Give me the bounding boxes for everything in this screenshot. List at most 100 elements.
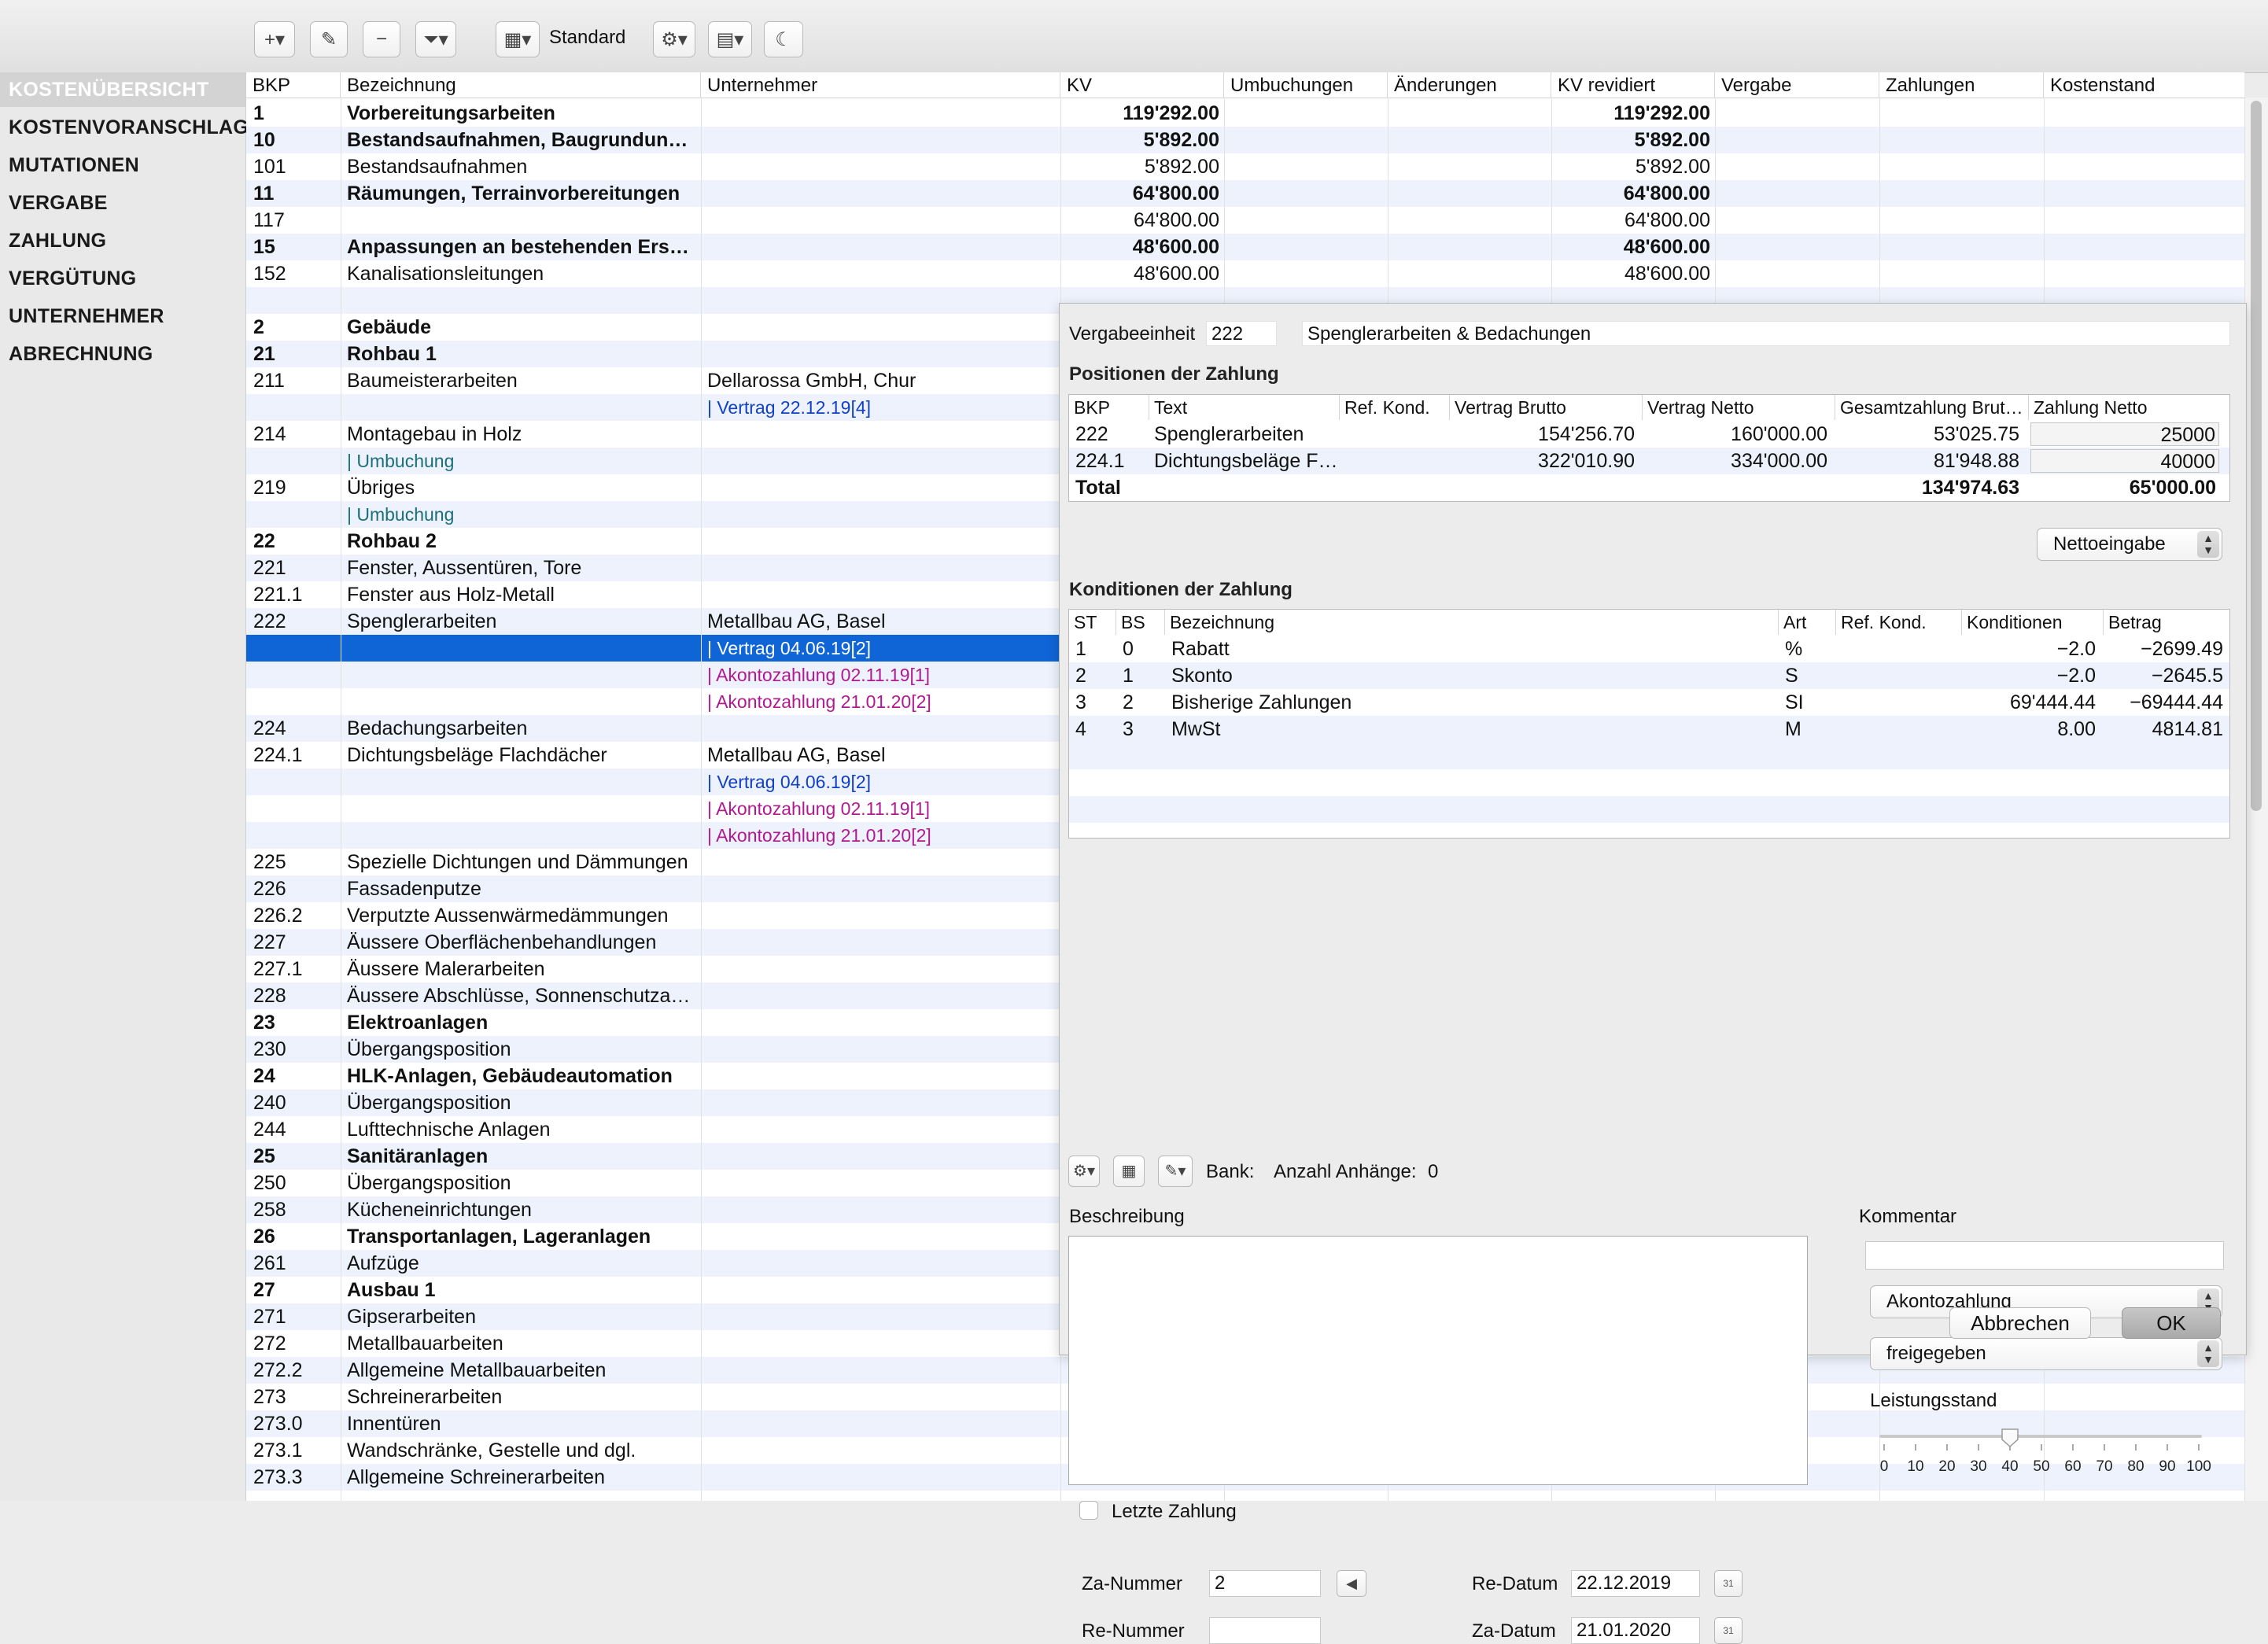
vertical-scrollbar[interactable] — [2244, 98, 2268, 1501]
table-row[interactable]: 15 Anpassungen an bestehenden Ers… 48'600.… — [246, 234, 2244, 260]
cell-bkp: 211 — [253, 370, 285, 392]
filter-menu-button[interactable]: ⏷▾ — [415, 21, 456, 57]
column-header-text[interactable]: Text — [1149, 395, 1340, 420]
edit-button[interactable]: ✎ — [310, 21, 348, 57]
table-row[interactable]: 117 64'800.00 64'800.00 — [246, 207, 2244, 234]
remove-button[interactable]: − — [363, 21, 400, 57]
slider-knob[interactable] — [2001, 1428, 2019, 1448]
table-row[interactable]: 2 1 Skonto S −2.0 −2645.5 — [1069, 662, 2229, 689]
cell-bkp — [253, 662, 340, 688]
column-header-aenderungen[interactable]: Änderungen — [1388, 72, 1551, 98]
scrollbar-thumb[interactable] — [2251, 101, 2262, 811]
table-row[interactable]: 1 Vorbereitungsarbeiten 119'292.00 119'292.… — [246, 100, 2244, 127]
kommentar-input[interactable] — [1865, 1241, 2224, 1270]
cell-unternehmer — [707, 234, 1053, 260]
slider-tick — [1978, 1444, 1979, 1450]
column-header-vertrag-brutto[interactable]: Vertrag Brutto — [1450, 395, 1643, 420]
sidebar-item-zahlung[interactable]: ZAHLUNG — [0, 223, 245, 258]
sidebar-item-unternehmer[interactable]: UNTERNEHMER — [0, 299, 245, 334]
cell-bkp — [253, 769, 340, 795]
column-header-ref-kond[interactable]: Ref. Kond. — [1836, 610, 1962, 635]
eingabe-mode-select[interactable]: Nettoeingabe ▲ ▼ — [2037, 528, 2222, 561]
re-nummer-input[interactable] — [1209, 1617, 1321, 1644]
column-header-konditionen[interactable]: Konditionen — [1962, 610, 2104, 635]
za-datum-input[interactable]: 21.01.2020 — [1571, 1617, 1700, 1644]
table-row[interactable]: 4 3 MwSt M 8.00 4814.81 — [1069, 716, 2229, 743]
cell-unternehmer — [707, 153, 1053, 180]
column-header-zahlungen[interactable]: Zahlungen — [1879, 72, 2044, 98]
cell-bkp: 152 — [253, 263, 286, 285]
column-header-art[interactable]: Art — [1779, 610, 1836, 635]
dark-mode-button[interactable]: ☾ — [764, 21, 803, 57]
condition-settings-button[interactable]: ⚙▾ — [1068, 1156, 1100, 1187]
zahlung-netto-input[interactable]: 25000 — [2030, 422, 2219, 446]
table-row[interactable]: 1 0 Rabatt% −2.0 −2699.49 — [1069, 636, 2229, 662]
total-zahlung-netto: 65'000.00 — [2129, 477, 2216, 499]
column-header-bezeichnung[interactable]: Bezeichnung — [1165, 610, 1779, 635]
column-header-bezeichnung[interactable]: Bezeichnung — [341, 72, 701, 98]
column-header-gesamtzahlung-brutto[interactable]: Gesamtzahlung Brut… — [1835, 395, 2029, 420]
edit-condition-button[interactable]: ✎▾ — [1158, 1156, 1193, 1187]
cell-bkp: 272.2 — [253, 1359, 303, 1381]
cancel-button[interactable]: Abbrechen — [1949, 1307, 2091, 1339]
cell-unternehmer — [707, 1250, 1053, 1277]
sidebar-item-mutationen[interactable]: MUTATIONEN — [0, 148, 245, 182]
column-header-kv-revidiert[interactable]: KV revidiert — [1551, 72, 1715, 98]
table-row[interactable]: 152 Kanalisationsleitungen 48'600.00 48'600… — [246, 260, 2244, 287]
sidebar-item-vergabe[interactable]: VERGABE — [0, 186, 245, 220]
beschreibung-textarea[interactable] — [1068, 1236, 1808, 1485]
column-header-kv[interactable]: KV — [1060, 72, 1224, 98]
cell-unternehmer — [707, 448, 1053, 474]
slider-tick-label: 20 — [1938, 1458, 1956, 1475]
column-header-unternehmer[interactable]: Unternehmer — [701, 72, 1060, 98]
table-row[interactable]: 3 2 Bisherige Zahlungen SI 69'444.44 −69444.4… — [1069, 689, 2229, 716]
cell-unternehmer — [707, 421, 1053, 448]
calculator-button[interactable]: ▦ — [1113, 1156, 1145, 1187]
table-row[interactable]: 224.1 Dichtungsbeläge F… 322'010.90 334'… — [1069, 448, 2229, 474]
cell-bezeichnung: Allgemeine Schreinerarbeiten — [347, 1466, 605, 1488]
cell-bezeichnung: | Umbuchung — [347, 504, 455, 525]
settings-menu-button[interactable]: ⚙▾ — [653, 21, 695, 57]
table-row[interactable]: 101 Bestandsaufnahmen 5'892.00 5'892.00 — [246, 153, 2244, 180]
leistungsstand-slider[interactable]: 0 10 20 30 40 50 60 70 80 90 100 — [1879, 1428, 2211, 1476]
column-header-bs[interactable]: BS — [1116, 610, 1165, 635]
za-datum-calendar-button[interactable]: 31 — [1714, 1617, 1742, 1644]
cell-unternehmer — [707, 1009, 1053, 1036]
cell-kv: 119'292.00 — [1123, 102, 1219, 124]
column-header-bkp[interactable]: BKP — [1069, 395, 1149, 420]
beschreibung-label: Beschreibung — [1069, 1206, 1185, 1227]
re-datum-input[interactable]: 22.12.2019 — [1571, 1570, 1700, 1597]
column-header-umbuchungen[interactable]: Umbuchungen — [1224, 72, 1388, 98]
sidebar-item-verguetung[interactable]: VERGÜTUNG — [0, 261, 245, 296]
status-select[interactable]: freigegeben ▲ ▼ — [1870, 1337, 2222, 1370]
column-header-ref-kond[interactable]: Ref. Kond. — [1340, 395, 1450, 420]
cell-kv-revidiert: 48'600.00 — [1623, 236, 1710, 258]
table-layout-button[interactable]: ▦▾ — [496, 21, 540, 57]
cell-bezeichnung — [347, 688, 697, 715]
table-row[interactable]: 10 Bestandsaufnahmen, Baugrundun… 5'892.00… — [246, 127, 2244, 153]
za-nummer-input[interactable]: 2 — [1209, 1570, 1321, 1597]
cell-bezeichnung: Rohbau 2 — [347, 530, 437, 552]
column-header-bkp[interactable]: BKP — [246, 72, 341, 98]
re-datum-calendar-button[interactable]: 31 — [1714, 1570, 1742, 1597]
column-header-zahlung-netto[interactable]: Zahlung Netto — [2029, 395, 2229, 420]
cell-bkp — [253, 635, 340, 662]
column-header-betrag[interactable]: Betrag — [2104, 610, 2229, 635]
document-menu-button[interactable]: ▤▾ — [708, 21, 752, 57]
letzte-zahlung-checkbox[interactable] — [1079, 1501, 1098, 1520]
table-row[interactable]: 11 Räumungen, Terrainvorbereitungen 64'800… — [246, 180, 2244, 207]
column-header-kostenstand[interactable]: Kostenstand — [2044, 72, 2244, 98]
column-header-st[interactable]: ST — [1069, 610, 1116, 635]
cell-unternehmer: Dellarossa GmbH, Chur — [707, 370, 916, 392]
sidebar-item-kostenuebersicht[interactable]: KOSTENÜBERSICHT — [0, 72, 245, 107]
sidebar-item-abrechnung[interactable]: ABRECHNUNG — [0, 337, 245, 371]
column-header-vertrag-netto[interactable]: Vertrag Netto — [1643, 395, 1835, 420]
previous-payment-button[interactable]: ◀ — [1337, 1570, 1366, 1597]
column-header-vergabe[interactable]: Vergabe — [1715, 72, 1879, 98]
add-menu-button[interactable]: +▾ — [254, 21, 295, 57]
sidebar-item-kostenvoranschlag[interactable]: KOSTENVORANSCHLAG — [0, 110, 249, 145]
ok-button[interactable]: OK — [2122, 1307, 2221, 1339]
zahlung-netto-input[interactable]: 40000 — [2030, 449, 2219, 473]
sidebar-item-label: KOSTENÜBERSICHT — [9, 79, 209, 101]
table-row[interactable]: 222 Spenglerarbeiten 154'256.70 160'000.… — [1069, 421, 2229, 448]
